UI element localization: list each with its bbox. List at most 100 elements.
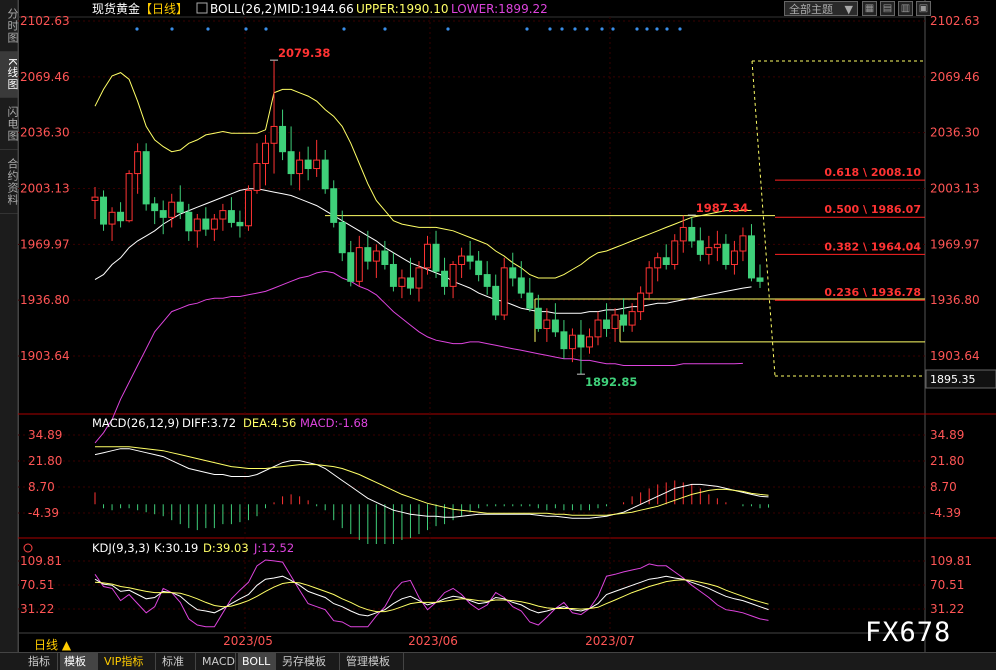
kdj-tick-label-right: 109.81 — [930, 554, 972, 568]
watermark-logo: FX678 — [865, 617, 952, 648]
candle-body — [185, 211, 193, 232]
candle-body — [330, 188, 338, 223]
price-tick-label-left: 2003.13 — [20, 182, 70, 196]
tab-standard[interactable]: 标准 — [158, 653, 196, 670]
candle-body — [551, 319, 559, 333]
candle-body — [560, 331, 568, 350]
boll-upper-line — [94, 72, 752, 279]
layout-button-4[interactable]: ▣ — [916, 1, 931, 16]
candle-body — [262, 142, 269, 164]
chart-area[interactable]: 0.618 \ 2008.10 0.500 \ 1986.07 0.382 \ 19… — [0, 0, 996, 652]
boll-lower-value: LOWER:1899.22 — [451, 2, 548, 16]
kdj-settings-icon[interactable] — [23, 543, 33, 553]
candle-body — [441, 270, 449, 287]
candle-body — [645, 267, 653, 294]
kdj-j-value: J:12.52 — [253, 541, 294, 555]
candle-body — [526, 292, 534, 309]
projection-diagonal — [751, 60, 776, 377]
fib-level-label: 0.500 \ 1986.07 — [824, 203, 921, 216]
candle-body — [279, 125, 287, 153]
macd-title: MACD(26,12,9) — [92, 416, 179, 430]
signal-dot — [525, 27, 529, 31]
date-tick-label: 2023/07 — [585, 634, 635, 648]
theme-select[interactable]: 全部主题 ▼ — [784, 1, 858, 16]
candle-body — [244, 189, 252, 227]
kdj-d-value: D:39.03 — [203, 541, 249, 555]
candle-body — [577, 334, 585, 348]
candle-body — [398, 277, 406, 287]
macd-histogram — [94, 480, 770, 544]
kdj-d-line — [94, 579, 769, 613]
tab-indicators[interactable]: 指标 — [24, 653, 58, 670]
macd-dea-value: DEA:4.56 — [243, 416, 296, 430]
candle-body — [424, 243, 431, 269]
candle-body — [475, 260, 483, 276]
candle-body — [125, 173, 133, 222]
tab-vip-indicators[interactable]: VIP指标 — [100, 653, 156, 670]
candle-body — [586, 336, 593, 348]
candle-body — [509, 267, 517, 279]
indicator-icon[interactable] — [196, 2, 208, 14]
tab-boll[interactable]: BOLL — [238, 653, 276, 670]
candle-body — [151, 203, 159, 212]
candle-body — [696, 240, 704, 255]
candle-body — [406, 277, 414, 289]
macd-dea-line — [95, 446, 769, 516]
signal-dot — [655, 27, 659, 31]
signal-dot — [635, 27, 639, 31]
candle-body — [449, 263, 457, 287]
signal-dot — [645, 27, 649, 31]
signal-dot — [548, 27, 552, 31]
signal-dot — [585, 27, 589, 31]
signal-dot — [244, 27, 248, 31]
candle-body — [730, 250, 738, 265]
layout-button-1[interactable]: ▦ — [862, 1, 877, 16]
candle-body — [517, 277, 525, 294]
candle-body — [91, 196, 99, 202]
tab-templates[interactable]: 模板 — [60, 653, 98, 670]
candle-body — [722, 243, 730, 265]
macd-tick-label-right: 8.70 — [930, 480, 957, 494]
candle-body — [620, 314, 628, 326]
macd-tick-label-left: 34.89 — [28, 428, 62, 442]
layout-button-3[interactable]: ▥ — [898, 1, 913, 16]
date-tick-label: 2023/05 — [223, 634, 273, 648]
candle-body — [594, 319, 602, 338]
macd-lines — [94, 446, 769, 519]
candle-body — [381, 250, 389, 265]
macd-tick-label-left: 21.80 — [28, 454, 62, 468]
tab-macd[interactable]: MACD — [198, 653, 236, 670]
price-tick-label-right: 2069.46 — [930, 70, 980, 84]
signal-dot — [135, 27, 139, 31]
price-tick-label-right: 1936.80 — [930, 293, 980, 307]
macd-diff-value: DIFF:3.72 — [182, 416, 236, 430]
signal-dot — [206, 27, 210, 31]
fib-level-label: 0.382 \ 1964.04 — [824, 240, 921, 253]
kdj-k-value: K:30.19 — [154, 541, 198, 555]
chevron-down-icon: ▼ — [844, 3, 853, 16]
macd-macd-value: MACD:-1.68 — [300, 416, 368, 430]
candle-body — [134, 151, 142, 175]
price-tick-label-right: 1969.97 — [930, 237, 980, 251]
date-tick-label: 2023/06 — [408, 634, 458, 648]
candle-body — [713, 243, 721, 249]
tab-save-template[interactable]: 另存模板 — [278, 653, 340, 670]
candle-body — [611, 314, 619, 329]
signal-dot — [560, 27, 564, 31]
macd-tick-label-right: 34.89 — [930, 428, 964, 442]
candle-body — [313, 159, 321, 170]
candle-body — [679, 226, 687, 242]
date-axis-labels: 2023/05 2023/06 2023/07 — [223, 634, 635, 648]
candle-body — [756, 277, 764, 282]
period-selector[interactable]: 日线 ▲ — [34, 636, 71, 653]
layout-button-2[interactable]: ▤ — [880, 1, 895, 16]
signal-dot — [573, 27, 577, 31]
candle-body — [159, 210, 167, 218]
boll-mid-line — [94, 188, 752, 314]
price-tick-label-left: 2102.63 — [20, 14, 70, 28]
candle-body — [747, 235, 755, 279]
macd-grid — [18, 434, 925, 514]
candle-body — [688, 226, 696, 242]
tab-manage-templates[interactable]: 管理模板 — [342, 653, 404, 670]
price-tick-label-right: 1903.64 — [930, 349, 980, 363]
